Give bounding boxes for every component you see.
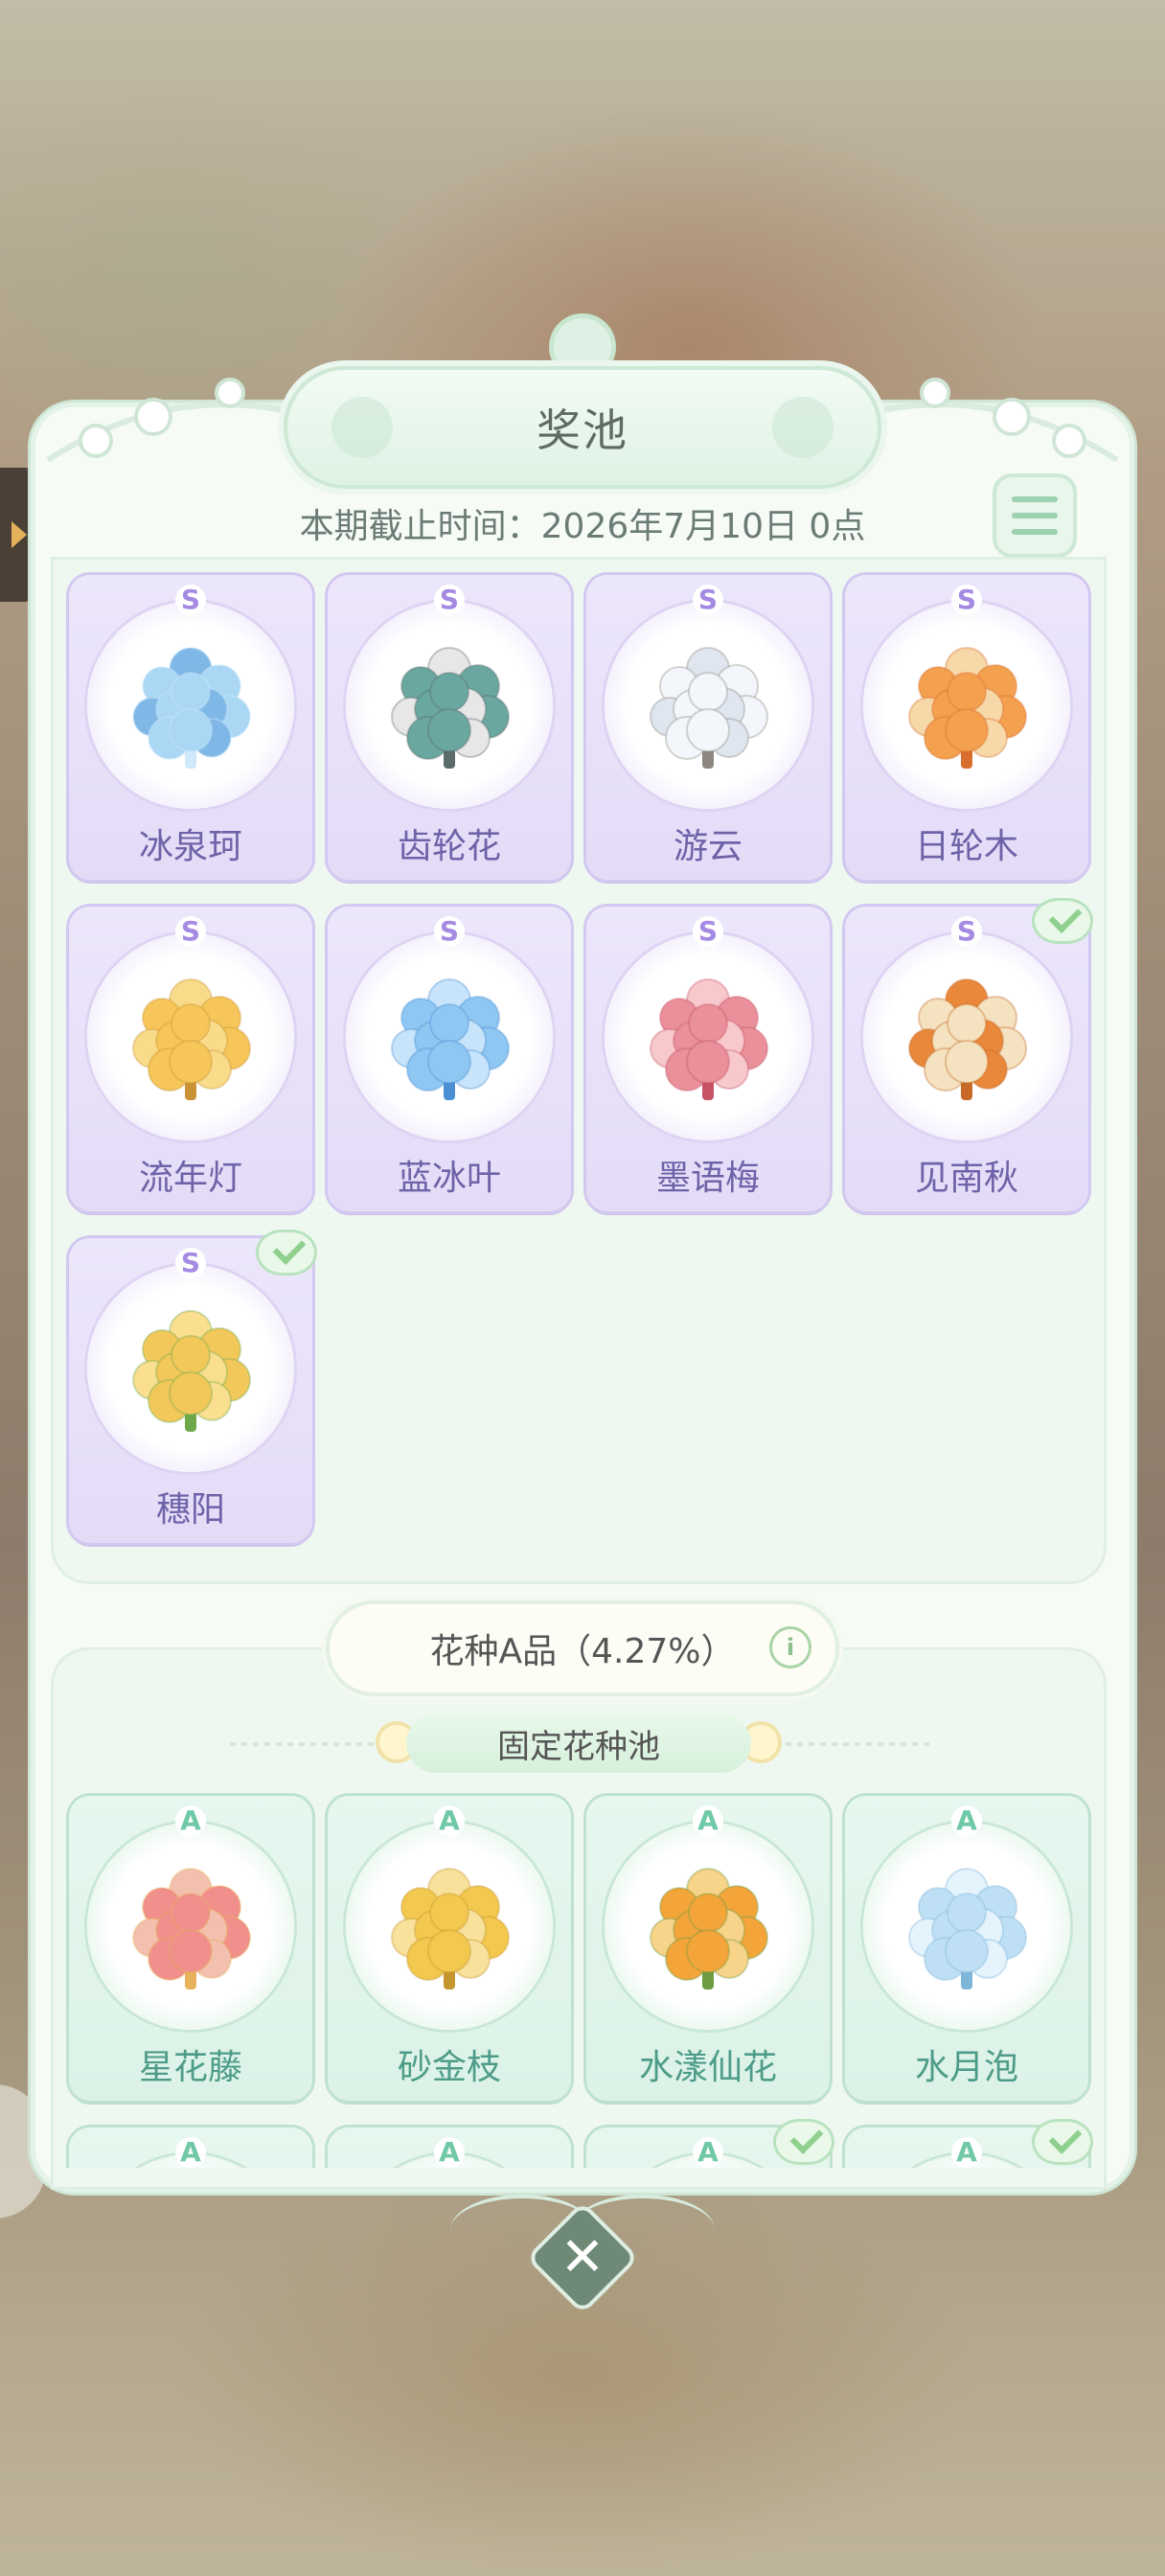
grade-badge: A	[434, 1806, 465, 1836]
heart-vine-icon	[116, 1852, 265, 2001]
prize-card-a-7[interactable]: A	[845, 2122, 1090, 2168]
grade-badge: A	[693, 1806, 723, 1836]
item-name: 星花藤	[138, 2048, 242, 2087]
grade-badge: A	[175, 1806, 206, 1836]
grade-badge: A	[693, 2137, 723, 2168]
owned-check-icon	[776, 2122, 832, 2162]
owned-check-icon	[1035, 2122, 1090, 2162]
tier-header-a: 花种A品（4.27%） i	[330, 1604, 835, 1692]
orange-lily-bush-icon	[633, 1852, 783, 2001]
bubble-tree-icon	[892, 1852, 1041, 2001]
prize-card-a-5[interactable]: A	[328, 2128, 571, 2168]
close-icon: ✕	[560, 2226, 605, 2288]
fixed-pool-label: 固定花种池	[406, 1714, 751, 1773]
a-grade-clip: A 星花藤 A 砂金枝 A 水漾仙花 A 水月泡 A A A A	[0, 0, 1165, 2168]
divider-right	[763, 1742, 935, 1746]
prize-card-a-3[interactable]: A 水月泡	[845, 1796, 1088, 2101]
grade-badge: A	[951, 1806, 982, 1836]
prize-card-a-0[interactable]: A 星花藤	[69, 1796, 312, 2101]
golden-star-leaf-icon	[375, 1852, 524, 2001]
item-name: 水月泡	[914, 2048, 1018, 2087]
grade-badge: A	[951, 2137, 982, 2168]
prize-card-a-4[interactable]: A	[69, 2128, 312, 2168]
divider-left	[230, 1742, 402, 1746]
info-icon[interactable]: i	[772, 1629, 809, 1666]
item-name: 砂金枝	[397, 2048, 501, 2087]
grade-badge: A	[434, 2137, 465, 2168]
grade-badge: A	[175, 2137, 206, 2168]
prize-card-a-6[interactable]: A	[586, 2122, 832, 2168]
tier-label: 花种A品（4.27%）	[429, 1632, 736, 1671]
prize-card-a-1[interactable]: A 砂金枝	[328, 1796, 571, 2101]
item-name: 水漾仙花	[638, 2048, 777, 2087]
prize-card-a-2[interactable]: A 水漾仙花	[586, 1796, 830, 2101]
close-button[interactable]: ✕	[531, 2206, 634, 2310]
